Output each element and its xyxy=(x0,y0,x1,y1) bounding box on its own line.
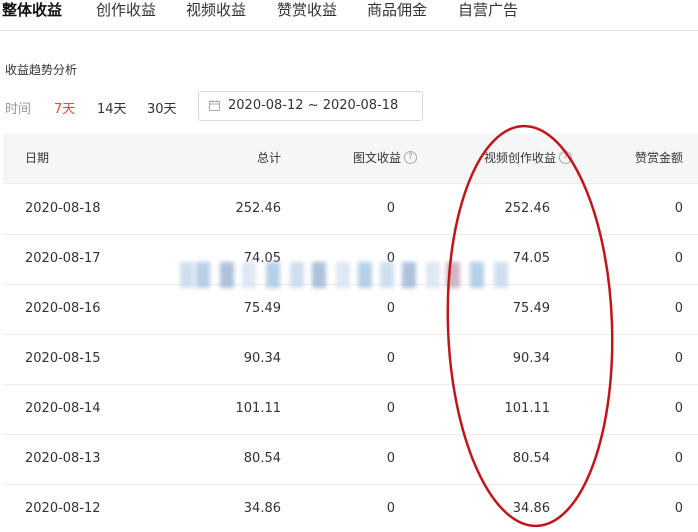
watermark-block xyxy=(470,262,484,288)
income-table: 日期 总计 图文收益? 视频创作收益? 赞赏金额 2020-08-18 252.… xyxy=(3,133,698,532)
date-range-text: 2020-08-12 ~ 2020-08-18 xyxy=(228,98,399,113)
watermark-block xyxy=(402,262,416,288)
cell-total: 75.49 xyxy=(243,301,281,316)
table-row: 2020-08-12 34.86 0 34.86 0 xyxy=(3,484,698,532)
tab-creation-income[interactable]: 创作收益 xyxy=(96,0,156,30)
cell-date: 2020-08-14 xyxy=(25,401,101,416)
income-tabs: 整体收益 创作收益 视频收益 赞赏收益 商品佣金 自营广告 xyxy=(0,0,698,31)
cell-date: 2020-08-16 xyxy=(25,301,101,316)
watermark-block xyxy=(358,262,372,288)
watermark-block xyxy=(426,262,440,288)
watermark-block xyxy=(494,262,508,288)
watermark-block xyxy=(380,262,394,288)
cell-total: 34.86 xyxy=(243,501,281,516)
cell-date: 2020-08-15 xyxy=(25,351,101,366)
watermark-block xyxy=(242,262,256,288)
tab-commission[interactable]: 商品佣金 xyxy=(367,0,427,30)
calendar-icon xyxy=(209,100,220,111)
cell-tip-amount: 0 xyxy=(674,451,683,466)
cell-article-income: 0 xyxy=(386,351,395,366)
cell-video-income: 80.54 xyxy=(512,451,550,466)
date-range-picker[interactable]: 2020-08-12 ~ 2020-08-18 xyxy=(198,91,423,121)
cell-video-income: 74.05 xyxy=(512,251,550,266)
blurred-watermark xyxy=(180,262,518,288)
tab-overall-income[interactable]: 整体收益 xyxy=(2,0,62,30)
watermark-block xyxy=(290,262,304,288)
header-article-income-label: 图文收益 xyxy=(352,151,401,165)
time-option-14d[interactable]: 14天 xyxy=(97,98,127,117)
cell-tip-amount: 0 xyxy=(674,501,683,516)
time-filter-label: 时间 xyxy=(5,102,32,117)
help-circle-icon[interactable]: ? xyxy=(559,151,572,164)
watermark-block xyxy=(220,262,234,288)
tab-video-income[interactable]: 视频收益 xyxy=(186,0,246,30)
table-row: 2020-08-14 101.11 0 101.11 0 xyxy=(3,384,698,435)
cell-tip-amount: 0 xyxy=(674,201,683,216)
cell-tip-amount: 0 xyxy=(674,351,683,366)
cell-tip-amount: 0 xyxy=(674,401,683,416)
tab-appreciation-income[interactable]: 赞赏收益 xyxy=(277,0,337,30)
watermark-block xyxy=(312,262,326,288)
table-row: 2020-08-18 252.46 0 252.46 0 xyxy=(3,184,698,235)
cell-video-income: 34.86 xyxy=(512,501,550,516)
cell-date: 2020-08-13 xyxy=(25,451,101,466)
header-article-income: 图文收益? xyxy=(353,133,417,183)
cell-date: 2020-08-18 xyxy=(25,201,101,216)
cell-article-income: 0 xyxy=(386,501,395,516)
time-option-7d[interactable]: 7天 xyxy=(54,98,75,117)
cell-video-income: 252.46 xyxy=(504,201,551,216)
cell-video-income: 101.11 xyxy=(504,401,551,416)
cell-total: 90.34 xyxy=(243,351,281,366)
cell-date: 2020-08-12 xyxy=(25,501,101,516)
table-row: 2020-08-15 90.34 0 90.34 0 xyxy=(3,334,698,385)
cell-article-income: 0 xyxy=(386,451,395,466)
watermark-block xyxy=(336,262,350,288)
watermark-block xyxy=(266,262,280,288)
cell-article-income: 0 xyxy=(386,401,395,416)
help-circle-icon[interactable]: ? xyxy=(404,151,417,164)
tab-self-ads[interactable]: 自营广告 xyxy=(458,0,518,30)
cell-total: 101.11 xyxy=(235,401,282,416)
watermark-block xyxy=(196,262,210,288)
cell-date: 2020-08-17 xyxy=(25,251,101,266)
cell-video-income: 75.49 xyxy=(512,301,550,316)
table-header: 日期 总计 图文收益? 视频创作收益? 赞赏金额 xyxy=(3,133,698,184)
header-video-income: 视频创作收益? xyxy=(484,133,572,183)
table-row: 2020-08-13 80.54 0 80.54 0 xyxy=(3,434,698,485)
section-title: 收益趋势分析 xyxy=(5,63,78,77)
cell-article-income: 0 xyxy=(386,201,395,216)
watermark-block xyxy=(180,262,194,288)
header-total: 总计 xyxy=(256,151,281,165)
cell-tip-amount: 0 xyxy=(674,301,683,316)
table-row: 2020-08-16 75.49 0 75.49 0 xyxy=(3,284,698,335)
header-tip-amount: 赞赏金额 xyxy=(634,151,683,165)
cell-video-income: 90.34 xyxy=(512,351,550,366)
time-option-30d[interactable]: 30天 xyxy=(147,98,177,117)
cell-total: 252.46 xyxy=(235,201,282,216)
cell-article-income: 0 xyxy=(386,301,395,316)
header-video-income-label: 视频创作收益 xyxy=(483,151,556,165)
watermark-block xyxy=(446,262,460,288)
cell-total: 80.54 xyxy=(243,451,281,466)
header-date: 日期 xyxy=(25,151,50,165)
cell-tip-amount: 0 xyxy=(674,251,683,266)
